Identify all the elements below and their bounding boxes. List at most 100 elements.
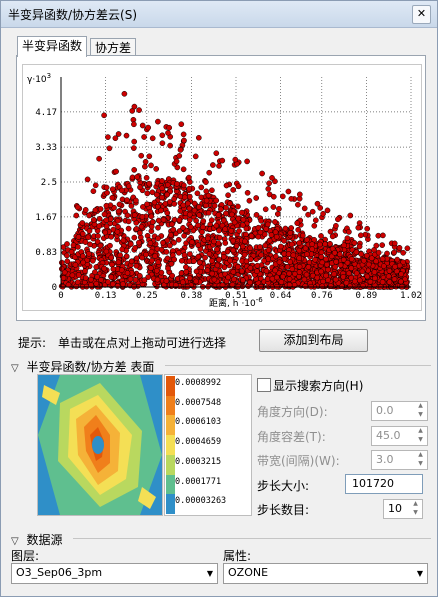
data-point <box>180 131 187 138</box>
data-point <box>400 249 407 256</box>
data-point <box>127 241 134 247</box>
data-point <box>159 132 166 139</box>
bandwidth-label: 带宽(间隔)(W): <box>257 454 340 468</box>
data-point <box>103 184 110 191</box>
legend-swatch <box>166 454 175 475</box>
spin-up-icon[interactable]: ▲ <box>410 500 421 508</box>
data-point <box>174 181 180 187</box>
data-point <box>96 155 102 162</box>
data-point <box>155 217 162 224</box>
data-point <box>359 268 366 275</box>
legend-label: 0.00003263 <box>175 496 227 508</box>
data-point <box>312 217 319 224</box>
legend-swatch <box>166 395 175 416</box>
data-point <box>335 216 341 223</box>
data-point <box>194 190 201 197</box>
tab-semivariogram[interactable]: 半变异函数 <box>17 36 88 57</box>
data-point <box>254 268 260 275</box>
spin-down-icon[interactable]: ▼ <box>415 411 426 419</box>
data-point <box>209 258 215 264</box>
add-to-layout-button[interactable]: 添加到布局 <box>259 329 368 352</box>
data-point <box>248 233 255 239</box>
data-point <box>247 265 254 271</box>
data-point <box>153 191 160 198</box>
data-point <box>133 262 140 269</box>
data-point <box>204 267 211 274</box>
data-point <box>241 251 248 258</box>
data-point <box>153 166 160 172</box>
data-point <box>109 194 116 201</box>
datasource-section-header[interactable]: ▽ 数据源 <box>11 531 431 547</box>
data-point <box>379 242 386 248</box>
lag-size-input[interactable]: 101720 <box>345 474 423 494</box>
data-point <box>173 158 180 165</box>
data-point <box>262 206 269 213</box>
data-point <box>133 197 139 204</box>
data-point <box>195 222 201 229</box>
data-point <box>266 237 273 244</box>
spin-down-icon[interactable]: ▼ <box>415 460 426 468</box>
chart-points <box>58 90 411 290</box>
data-point <box>255 224 262 231</box>
data-point <box>347 212 354 219</box>
collapse-arrow-icon: ▽ <box>11 363 19 374</box>
legend-label: 0.0006103 <box>175 417 222 429</box>
data-point <box>60 275 67 281</box>
data-point <box>319 283 326 290</box>
data-point <box>196 212 203 218</box>
spin-up-icon[interactable]: ▲ <box>415 402 426 410</box>
data-point <box>115 259 122 266</box>
data-point <box>343 279 350 286</box>
data-point <box>186 211 193 218</box>
data-point <box>296 191 303 198</box>
data-point <box>112 135 119 142</box>
data-point <box>360 282 366 289</box>
data-point <box>84 176 91 183</box>
bandwidth-spinner[interactable]: 3.0 ▲ ▼ <box>371 450 428 470</box>
data-point <box>142 158 149 165</box>
layer-dropdown[interactable]: O3_Sep06_3pm ▼ <box>11 563 218 584</box>
x-tick-label: 0.13 <box>95 291 117 301</box>
data-point <box>101 112 107 119</box>
data-point <box>244 158 250 165</box>
section-divider <box>165 365 431 366</box>
data-point <box>137 230 143 236</box>
data-point <box>296 247 303 254</box>
chart-svg[interactable]: 0 0.13 0.25 0.38 0.51 0.64 0.76 0.89 1.0200.831.… <box>23 65 422 310</box>
data-point <box>146 180 152 187</box>
spin-down-icon[interactable]: ▼ <box>410 509 421 517</box>
surface-section-header[interactable]: ▽ 半变异函数/协方差 表面 <box>11 358 431 374</box>
data-point <box>82 268 88 274</box>
data-point <box>230 237 237 244</box>
legend-swatch <box>166 376 175 396</box>
data-point <box>131 234 138 241</box>
data-point <box>124 212 131 219</box>
angle-tolerance-spinner[interactable]: 45.0 ▲ ▼ <box>371 426 428 446</box>
add-to-layout-label: 添加到布局 <box>283 333 344 347</box>
data-point <box>311 222 318 229</box>
semivariogram-cloud-chart[interactable]: 0 0.13 0.25 0.38 0.51 0.64 0.76 0.89 1.02 0 0.83 1.… <box>22 64 422 311</box>
data-point <box>246 197 253 204</box>
data-point <box>353 270 360 277</box>
data-point <box>230 247 237 254</box>
data-point <box>314 200 321 207</box>
data-point <box>319 259 326 266</box>
semivariogram-surface[interactable] <box>37 374 163 516</box>
data-point <box>64 252 70 259</box>
show-search-direction-checkbox[interactable] <box>257 378 271 392</box>
data-point <box>75 244 81 250</box>
spin-up-icon[interactable]: ▲ <box>415 451 426 459</box>
spin-down-icon[interactable]: ▼ <box>415 436 426 444</box>
data-point <box>137 184 143 191</box>
data-point <box>116 201 123 208</box>
data-point <box>164 182 171 188</box>
close-button[interactable]: ✕ <box>412 5 431 24</box>
spin-up-icon[interactable]: ▲ <box>415 427 426 435</box>
data-point <box>131 103 138 110</box>
data-point <box>104 189 110 196</box>
lag-count-spinner[interactable]: 10 ▲ ▼ <box>383 499 423 519</box>
attribute-dropdown[interactable]: OZONE ▼ <box>223 563 428 584</box>
data-point <box>295 201 301 208</box>
angle-direction-spinner[interactable]: 0.0 ▲ ▼ <box>371 401 428 421</box>
data-point <box>105 134 111 140</box>
